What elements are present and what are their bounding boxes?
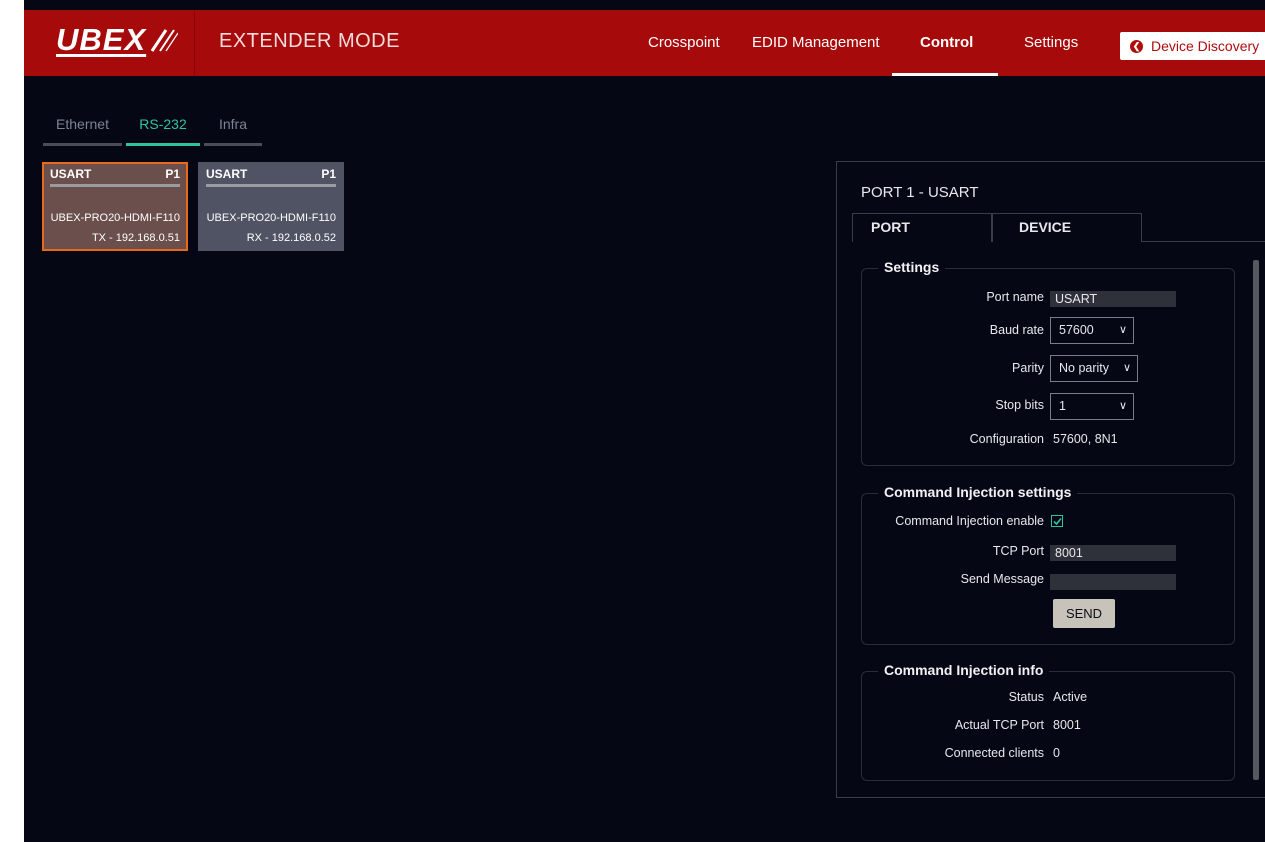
configuration-label: Configuration xyxy=(969,432,1044,446)
stop-bits-select[interactable]: 1 ∨ xyxy=(1050,393,1134,420)
logo-chevrons-icon xyxy=(150,29,179,52)
tab-ethernet[interactable]: Ethernet xyxy=(43,116,122,146)
baud-rate-value: 57600 xyxy=(1059,323,1094,337)
chevron-down-icon: ∨ xyxy=(1118,324,1127,336)
mode-title: EXTENDER MODE xyxy=(219,30,400,52)
status-label: Status xyxy=(1008,690,1044,704)
device-discovery-button[interactable]: ❮ Device Discovery xyxy=(1120,32,1265,60)
connected-clients-label: Connected clients xyxy=(944,746,1044,760)
port-name-label: Port name xyxy=(986,290,1044,304)
tab-infra-label: Infra xyxy=(218,116,247,132)
tab-port[interactable]: PORT xyxy=(852,213,992,242)
command-injection-enable-label: Command Injection enable xyxy=(895,514,1044,528)
ubex-logo[interactable]: UBEX xyxy=(56,18,179,62)
port-card-rx[interactable]: USART P1 UBEX-PRO20-HDMI-F110 RX - 192.1… xyxy=(198,162,344,251)
nav-settings[interactable]: Settings xyxy=(1024,34,1078,51)
nav-edid-management[interactable]: EDID Management xyxy=(752,34,880,51)
tab-rs232-line xyxy=(126,143,200,146)
send-message-input[interactable] xyxy=(1050,574,1176,590)
stop-bits-label: Stop bits xyxy=(995,398,1044,412)
stop-bits-value: 1 xyxy=(1059,399,1066,413)
panel-title: PORT 1 - USART xyxy=(861,184,979,201)
send-button[interactable]: SEND xyxy=(1053,599,1115,628)
status-value: Active xyxy=(1053,690,1088,704)
send-message-label: Send Message xyxy=(960,572,1044,586)
tab-ethernet-label: Ethernet xyxy=(56,116,109,132)
port-properties-panel: PORT 1 - USART PORT DEVICE Settings Port… xyxy=(836,161,1265,798)
card-device-name: UBEX-PRO20-HDMI-F110 xyxy=(50,212,180,224)
device-discovery-label: Device Discovery xyxy=(1151,38,1260,54)
card-device-name: UBEX-PRO20-HDMI-F110 xyxy=(206,212,336,224)
tab-infra-line xyxy=(204,143,262,146)
baud-rate-label: Baud rate xyxy=(989,323,1044,337)
chevron-down-icon: ∨ xyxy=(1118,400,1127,412)
panel-scrollbar[interactable] xyxy=(1253,260,1259,780)
command-injection-settings-group: Command Injection settings Command Injec… xyxy=(861,484,1235,645)
connected-clients-value: 0 xyxy=(1053,746,1060,760)
configuration-value: 57600, 8N1 xyxy=(1053,432,1118,446)
command-injection-info-legend: Command Injection info xyxy=(878,662,1050,678)
card-port-name: USART xyxy=(50,167,92,181)
actual-tcp-port-value: 8001 xyxy=(1053,718,1081,732)
logo-text: UBEX xyxy=(56,22,147,57)
checkmark-icon xyxy=(1052,517,1062,525)
card-port-name: USART xyxy=(206,167,248,181)
chevron-down-icon: ∨ xyxy=(1122,362,1131,374)
card-device-address: RX - 192.168.0.52 xyxy=(246,232,336,244)
settings-group: Settings Port name USART Baud rate 57600… xyxy=(861,259,1235,466)
command-injection-settings-legend: Command Injection settings xyxy=(878,484,1078,500)
port-name-input[interactable]: USART xyxy=(1050,291,1176,307)
tab-rs232[interactable]: RS-232 xyxy=(126,116,200,146)
parity-value: No parity xyxy=(1059,361,1110,375)
parity-select[interactable]: No parity ∨ xyxy=(1050,355,1138,382)
tab-ethernet-line xyxy=(43,143,122,146)
card-divider xyxy=(50,184,180,187)
card-port-number: P1 xyxy=(165,167,180,181)
baud-rate-select[interactable]: 57600 ∨ xyxy=(1050,317,1134,344)
tab-rule xyxy=(1142,241,1265,242)
tcp-port-input[interactable]: 8001 xyxy=(1050,545,1176,561)
chevron-left-circle-icon: ❮ xyxy=(1130,39,1143,53)
actual-tcp-port-label: Actual TCP Port xyxy=(954,718,1044,732)
app-window: UBEX EXTENDER MODE Crosspoint EDID Manag… xyxy=(24,0,1265,842)
card-port-number: P1 xyxy=(321,167,336,181)
tab-infra[interactable]: Infra xyxy=(204,116,262,146)
parity-label: Parity xyxy=(1012,361,1044,375)
nav-active-underline xyxy=(892,73,998,76)
card-divider xyxy=(206,184,336,187)
nav-crosspoint[interactable]: Crosspoint xyxy=(648,34,720,51)
tab-device[interactable]: DEVICE xyxy=(992,213,1142,242)
command-injection-enable-checkbox[interactable] xyxy=(1051,515,1063,527)
header-divider xyxy=(194,10,195,76)
top-bar: UBEX EXTENDER MODE Crosspoint EDID Manag… xyxy=(24,10,1265,76)
card-device-address: TX - 192.168.0.51 xyxy=(91,232,180,244)
nav-control[interactable]: Control xyxy=(920,34,973,51)
command-injection-info-group: Command Injection info Status Active Act… xyxy=(861,662,1235,781)
tab-rs232-label: RS-232 xyxy=(139,116,187,132)
settings-legend: Settings xyxy=(878,259,946,275)
tcp-port-label: TCP Port xyxy=(992,544,1044,558)
port-card-tx[interactable]: USART P1 UBEX-PRO20-HDMI-F110 TX - 192.1… xyxy=(42,162,188,251)
